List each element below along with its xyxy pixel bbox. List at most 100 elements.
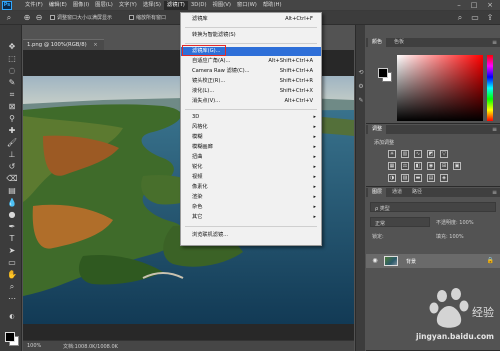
selective-color-icon[interactable]: ◈ (440, 174, 448, 182)
brush-panel-icon[interactable]: ✎ (357, 97, 365, 105)
layer-row-background[interactable]: ◉ 背景 🔒 (366, 254, 500, 268)
menu-item-3d[interactable]: 3D ▸ (181, 113, 321, 122)
tab-paths[interactable]: 路径 (408, 188, 426, 197)
zoom-tool-icon[interactable]: ⌕ (4, 13, 14, 23)
menu-select[interactable]: 选择(S) (140, 1, 164, 10)
history-brush-tool-icon[interactable]: ↺ (6, 161, 18, 172)
menu-item-other[interactable]: 其它 ▸ (181, 213, 321, 222)
menu-item-liquify[interactable]: 液化(L)... Shift+Ctrl+X (181, 87, 321, 96)
menu-edit[interactable]: 编辑(E) (46, 1, 70, 10)
clone-stamp-tool-icon[interactable]: ⊥ (6, 149, 18, 160)
path-selection-tool-icon[interactable]: ➤ (6, 245, 18, 256)
menu-filter[interactable]: 滤镜(T) (163, 1, 188, 10)
panel-menu-icon[interactable]: ≡ (492, 188, 497, 197)
zoom-level[interactable]: 100% (27, 343, 41, 349)
crop-tool-icon[interactable]: ⌗ (6, 89, 18, 100)
menu-item-lens-correction[interactable]: 镜头校正(R)... Shift+Ctrl+R (181, 77, 321, 86)
quick-select-tool-icon[interactable]: ✎ (6, 77, 18, 88)
panel-foreground-swatch[interactable] (378, 68, 388, 78)
menu-item-camera-raw[interactable]: Camera Raw 滤镜(C)... Shift+Ctrl+A (181, 67, 321, 76)
maximize-button[interactable]: □ (467, 0, 481, 11)
color-balance-icon[interactable]: ⚖ (401, 162, 409, 170)
color-picker-field[interactable] (397, 55, 483, 121)
menu-item-blur-gallery[interactable]: 模糊画廊 ▸ (181, 143, 321, 152)
more-tools-icon[interactable]: ⋯ (6, 293, 18, 304)
hue-slider[interactable] (487, 55, 493, 121)
menu-item-sharpen[interactable]: 锐化 ▸ (181, 163, 321, 172)
pen-tool-icon[interactable]: ✒ (6, 221, 18, 232)
zoom-in-icon[interactable]: ⊕ (22, 13, 32, 23)
levels-icon[interactable]: ▥ (401, 150, 409, 158)
menu-item-pixelate[interactable]: 像素化 ▸ (181, 183, 321, 192)
hand-tool-icon[interactable]: ✋ (6, 269, 18, 280)
zoom-all-windows-checkbox[interactable] (129, 15, 134, 20)
lasso-tool-icon[interactable]: ◌ (6, 65, 18, 76)
panel-menu-icon[interactable]: ≡ (492, 125, 497, 134)
eyedropper-tool-icon[interactable]: ⚲ (6, 113, 18, 124)
dodge-tool-icon[interactable]: ● (6, 209, 18, 220)
tab-layers[interactable]: 图层 (368, 188, 387, 197)
channel-mixer-icon[interactable]: ⊞ (440, 162, 448, 170)
menu-help[interactable]: 帮助(H) (260, 1, 285, 10)
menu-window[interactable]: 窗口(W) (234, 1, 260, 10)
move-tool-icon[interactable]: ✥ (6, 41, 18, 52)
menu-item-stylize[interactable]: 风格化 ▸ (181, 123, 321, 132)
blend-mode-select[interactable]: 正常 (370, 217, 430, 227)
menu-item-convert-smart-filter[interactable]: 转换为智能滤镜(S) (181, 31, 321, 40)
menu-item-filter-gallery-last[interactable]: 滤镜库 Alt+Ctrl+F (181, 15, 321, 24)
black-white-icon[interactable]: ◧ (414, 162, 422, 170)
menu-item-blur[interactable]: 模糊 ▸ (181, 133, 321, 142)
document-tab[interactable]: 1.png @ 100%(RGB/8) × (23, 39, 104, 50)
brightness-icon[interactable]: ☀ (388, 150, 396, 158)
posterize-icon[interactable]: ▨ (401, 174, 409, 182)
gradient-tool-icon[interactable]: ▤ (6, 185, 18, 196)
workspace-icon[interactable]: ▭ (470, 13, 480, 23)
layer-kind-filter[interactable]: ρ 类型 (370, 202, 496, 212)
threshold-icon[interactable]: ▬ (414, 174, 422, 182)
minimize-button[interactable]: – (452, 0, 466, 11)
gradient-map-icon[interactable]: ▤ (427, 174, 435, 182)
menu-item-vanishing-point[interactable]: 消失点(V)... Alt+Ctrl+V (181, 97, 321, 106)
fill-control[interactable]: 填充: 100% (434, 231, 496, 241)
zoom-out-icon[interactable]: ⊖ (34, 13, 44, 23)
eye-icon[interactable]: ◉ (371, 257, 379, 265)
type-tool-icon[interactable]: T (6, 233, 18, 244)
hue-saturation-icon[interactable]: ▦ (388, 162, 396, 170)
resize-windows-checkbox[interactable] (50, 15, 55, 20)
menu-view[interactable]: 视图(V) (210, 1, 234, 10)
menu-image[interactable]: 图像(I) (70, 1, 92, 10)
exposure-icon[interactable]: ◩ (427, 150, 435, 158)
healing-brush-tool-icon[interactable]: ✚ (6, 125, 18, 136)
tab-color[interactable]: 颜色 (368, 38, 387, 47)
menu-3d[interactable]: 3D(D) (188, 1, 210, 10)
menu-item-noise[interactable]: 杂色 ▸ (181, 203, 321, 212)
menu-item-distort[interactable]: 扭曲 ▸ (181, 153, 321, 162)
marquee-tool-icon[interactable]: ⬚ (6, 53, 18, 64)
photo-filter-icon[interactable]: ◉ (427, 162, 435, 170)
curves-icon[interactable]: ∿ (414, 150, 422, 158)
invert-icon[interactable]: ◑ (388, 174, 396, 182)
menu-item-render[interactable]: 渲染 ▸ (181, 193, 321, 202)
properties-panel-icon[interactable]: ⚙ (357, 83, 365, 91)
tab-adjustments[interactable]: 调整 (368, 125, 387, 134)
tab-channels[interactable]: 通道 (388, 188, 406, 197)
color-lookup-icon[interactable]: ▣ (453, 162, 461, 170)
eraser-tool-icon[interactable]: ⌫ (6, 173, 18, 184)
history-panel-icon[interactable]: ⟲ (357, 69, 365, 77)
menu-item-video[interactable]: 视频 ▸ (181, 173, 321, 182)
menu-item-browse-online-filters[interactable]: 浏览联机滤镜... (181, 231, 321, 240)
menu-type[interactable]: 文字(Y) (116, 1, 140, 10)
panel-menu-icon[interactable]: ≡ (492, 38, 497, 47)
close-window-button[interactable]: × (483, 0, 497, 11)
menu-file[interactable]: 文件(F) (22, 1, 46, 10)
foreground-color-swatch[interactable] (5, 332, 15, 342)
lock-controls[interactable]: 锁定: (370, 231, 430, 241)
blur-tool-icon[interactable]: 💧 (6, 197, 18, 208)
tab-swatches[interactable]: 色板 (390, 38, 408, 47)
quick-mask-icon[interactable]: ◐ (6, 311, 18, 322)
frame-tool-icon[interactable]: ⊠ (6, 101, 18, 112)
rectangle-tool-icon[interactable]: ▭ (6, 257, 18, 268)
menu-item-adaptive-wide-angle[interactable]: 自适应广角(A)... Alt+Shift+Ctrl+A (181, 57, 321, 66)
menu-layer[interactable]: 图层(L) (92, 1, 116, 10)
close-tab-icon[interactable]: × (93, 42, 97, 48)
